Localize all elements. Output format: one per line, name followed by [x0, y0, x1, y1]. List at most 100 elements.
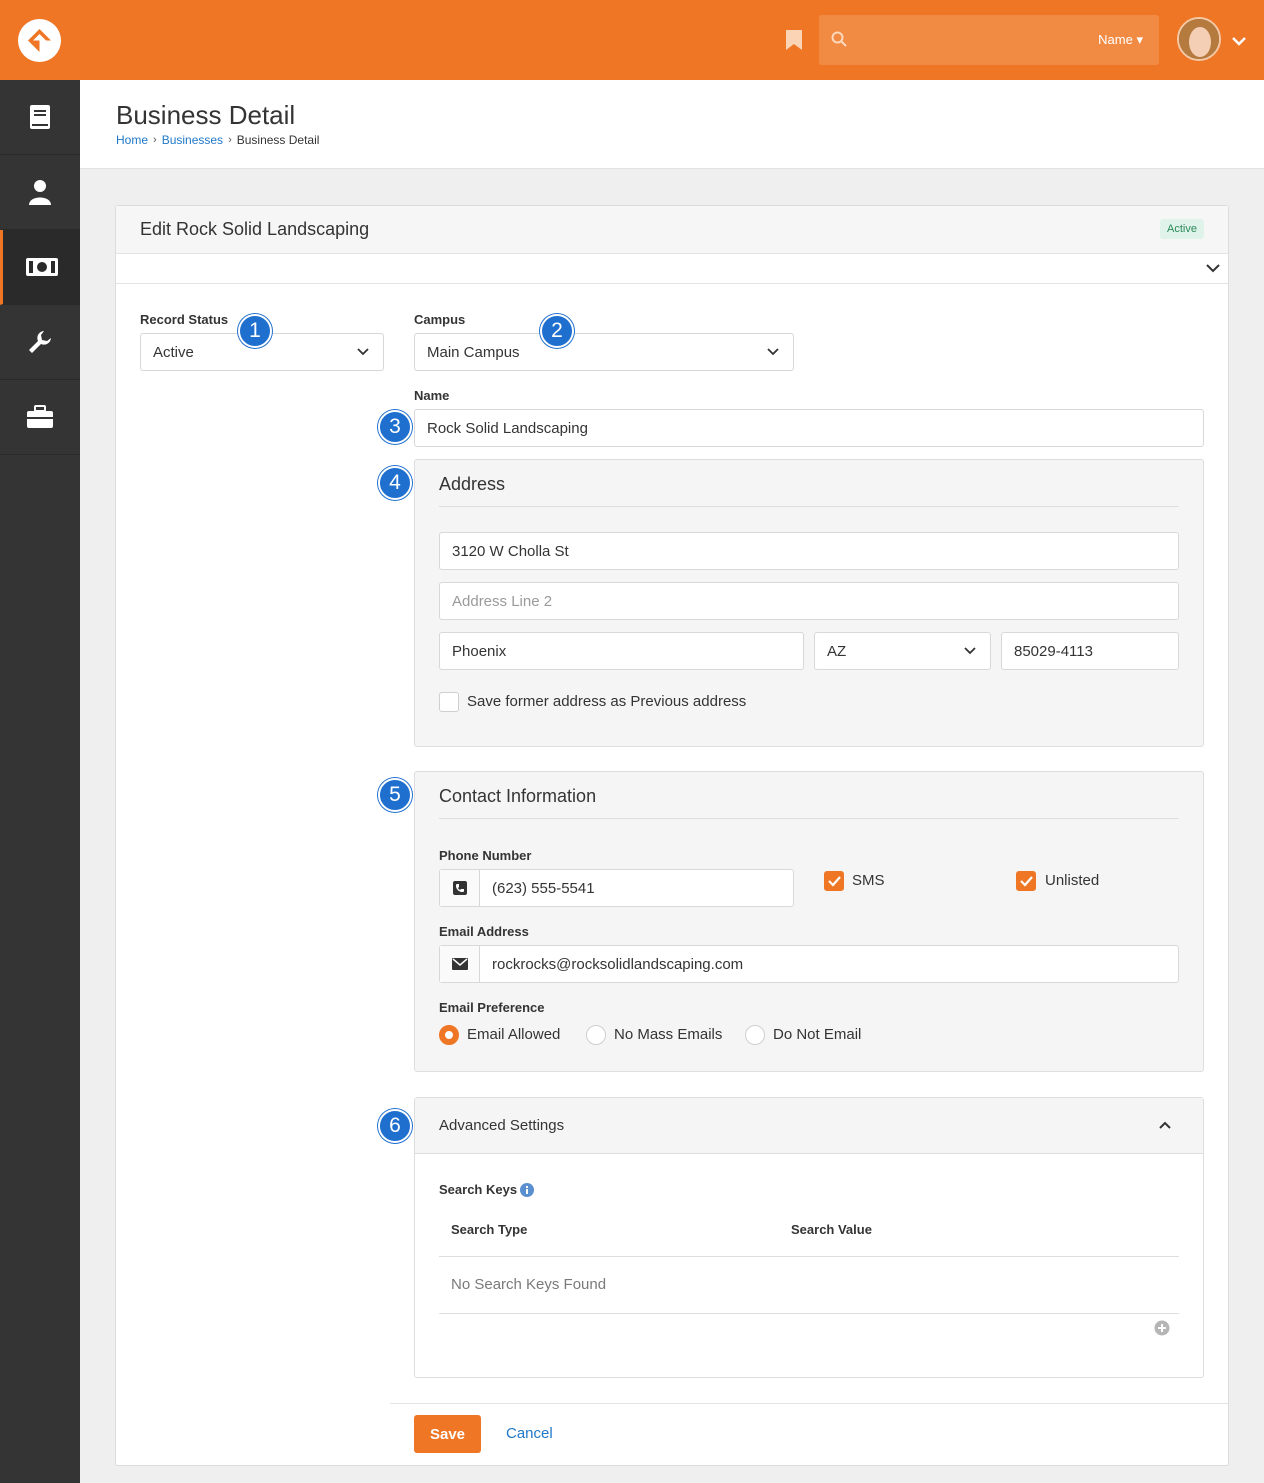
search-bar: Name ▾	[819, 15, 1159, 65]
breadcrumb-home[interactable]: Home	[116, 133, 148, 147]
email-address-label: Email Address	[439, 924, 529, 939]
divider	[390, 1403, 1228, 1404]
panel-heading: Edit Rock Solid Landscaping Active	[116, 206, 1228, 254]
chevron-down-icon[interactable]	[1231, 32, 1247, 51]
column-header-search-type[interactable]: Search Type	[451, 1222, 527, 1237]
name-input[interactable]: Rock Solid Landscaping	[414, 409, 1204, 447]
sidebar-item-people[interactable]	[0, 155, 80, 230]
advanced-settings-title: Advanced Settings	[439, 1117, 565, 1134]
campus-label: Campus	[414, 312, 466, 327]
empty-state-text: No Search Keys Found	[451, 1276, 607, 1293]
address-street2-input[interactable]: Address Line 2	[439, 582, 1179, 620]
search-scope-dropdown[interactable]: Name ▾	[1098, 32, 1143, 48]
search-scope-label: Name	[1098, 32, 1133, 47]
column-header-search-value[interactable]: Search Value	[791, 1222, 872, 1237]
sidebar	[0, 80, 80, 1483]
chevron-right-icon: ›	[153, 134, 157, 146]
sms-checkbox[interactable]	[824, 871, 844, 891]
add-circle-icon[interactable]	[1154, 1320, 1170, 1336]
address-zip-input[interactable]: 85029-4113	[1001, 632, 1179, 670]
breadcrumb-current: Business Detail	[236, 133, 320, 147]
campus-value: Main Campus	[427, 343, 520, 361]
advanced-settings-header[interactable]: Advanced Settings	[415, 1098, 1203, 1154]
campus-select[interactable]: Main Campus	[414, 333, 794, 371]
chevron-down-icon	[964, 647, 976, 655]
sidebar-item-content[interactable]	[0, 80, 80, 155]
callout-badge-3: 3	[378, 410, 412, 444]
address-street1-value: 3120 W Cholla St	[452, 542, 569, 560]
chevron-up-icon	[1159, 1121, 1171, 1129]
save-former-address-label: Save former address as Previous address	[467, 693, 747, 710]
divider	[439, 1256, 1179, 1257]
sidebar-item-tools[interactable]	[0, 380, 80, 455]
name-value: Rock Solid Landscaping	[427, 419, 588, 437]
avatar[interactable]	[1177, 17, 1221, 61]
address-zip-value: 85029-4113	[1014, 642, 1093, 660]
radio-email-allowed[interactable]	[439, 1025, 459, 1045]
phone-number-value: (623) 555-5541	[492, 879, 595, 897]
save-button[interactable]: Save	[414, 1415, 481, 1453]
check-icon	[1020, 876, 1033, 887]
briefcase-icon	[27, 405, 53, 428]
cancel-button[interactable]: Cancel	[506, 1425, 553, 1442]
phone-number-input[interactable]: (623) 555-5541	[439, 869, 794, 907]
sidebar-item-admin-tools[interactable]	[0, 305, 80, 380]
check-icon	[828, 876, 841, 887]
address-city-input[interactable]: Phoenix	[439, 632, 804, 670]
divider	[439, 1313, 1179, 1314]
callout-badge-6: 6	[378, 1109, 412, 1143]
name-label: Name	[414, 388, 450, 403]
status-badge: Active	[1160, 219, 1204, 239]
radio-do-not-email[interactable]	[745, 1025, 765, 1045]
money-icon	[25, 258, 58, 276]
envelope-icon	[440, 946, 480, 982]
breadcrumb: Home › Businesses › Business Detail	[116, 133, 319, 147]
rock-logo-icon[interactable]	[18, 19, 61, 62]
phone-number-label: Phone Number	[439, 848, 532, 863]
address-state-value: AZ	[827, 642, 847, 660]
callout-badge-1: 1	[238, 314, 272, 348]
address-street1-input[interactable]: 3120 W Cholla St	[439, 532, 1179, 570]
callout-badge-5: 5	[378, 778, 412, 812]
callout-badge-4: 4	[378, 466, 412, 500]
email-address-value: rockrocks@rocksolidlandscaping.com	[492, 955, 744, 973]
page-title: Business Detail	[116, 100, 296, 130]
search-icon	[831, 31, 847, 51]
address-street2-placeholder: Address Line 2	[452, 592, 553, 610]
email-address-input[interactable]: rockrocks@rocksolidlandscaping.com	[439, 945, 1179, 983]
divider	[439, 506, 1179, 507]
radio-email-allowed-label: Email Allowed	[467, 1026, 561, 1043]
radio-do-not-email-label: Do Not Email	[773, 1026, 862, 1043]
chevron-down-icon	[767, 348, 779, 356]
unlisted-checkbox[interactable]	[1016, 871, 1036, 891]
panel-drawer-toggle[interactable]	[116, 254, 1228, 284]
callout-badge-2: 2	[540, 314, 574, 348]
record-status-label: Record Status	[140, 312, 229, 327]
search-keys-label: Search Keys	[439, 1182, 518, 1197]
radio-no-mass-emails[interactable]	[586, 1025, 606, 1045]
address-state-select[interactable]: AZ	[814, 632, 991, 670]
chevron-down-icon	[1206, 264, 1220, 273]
panel-title: Edit Rock Solid Landscaping	[140, 219, 370, 239]
sidebar-item-finance[interactable]	[0, 230, 80, 305]
chevron-right-icon: ›	[228, 134, 232, 146]
search-input[interactable]	[859, 25, 1089, 55]
bookmark-icon[interactable]	[785, 29, 803, 55]
advanced-settings-section: Advanced Settings	[414, 1097, 1204, 1378]
top-navbar: Name ▾	[0, 0, 1264, 80]
radio-no-mass-emails-label: No Mass Emails	[614, 1026, 723, 1043]
address-title: Address	[439, 474, 506, 494]
breadcrumb-businesses[interactable]: Businesses	[162, 133, 223, 147]
unlisted-label: Unlisted	[1045, 872, 1100, 889]
page-header: Business Detail Home › Businesses › Busi…	[80, 80, 1264, 169]
email-preference-label: Email Preference	[439, 1000, 545, 1015]
person-icon	[29, 180, 51, 205]
save-former-address-checkbox[interactable]	[439, 692, 459, 712]
wrench-icon	[29, 331, 51, 353]
info-icon[interactable]	[520, 1183, 534, 1197]
phone-icon	[440, 870, 480, 906]
chevron-down-icon	[357, 348, 369, 356]
contact-information-title: Contact Information	[439, 786, 597, 806]
divider	[439, 818, 1179, 819]
sms-label: SMS	[852, 872, 885, 889]
